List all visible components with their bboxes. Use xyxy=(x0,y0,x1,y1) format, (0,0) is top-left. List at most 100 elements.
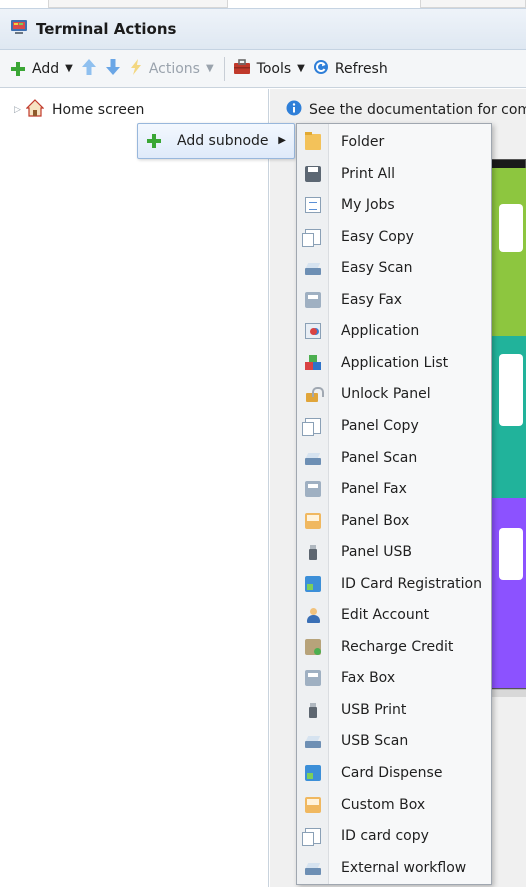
tree-node-home-screen[interactable]: ▷ Home screen xyxy=(14,99,145,120)
submenu-item-label: ID Card Registration xyxy=(341,575,482,592)
submenu-item-label: USB Scan xyxy=(341,733,409,750)
preview-card xyxy=(499,354,523,426)
id-card-icon xyxy=(305,575,321,592)
submenu-arrow-icon: ▶ xyxy=(278,135,286,146)
submenu-item-panel-fax[interactable]: Panel Fax xyxy=(297,475,493,503)
submenu-item-label: Application List xyxy=(341,354,449,371)
document-icon xyxy=(305,197,321,214)
usb-icon xyxy=(305,544,321,561)
scanner-icon xyxy=(305,450,321,466)
submenu-item-label: Card Dispense xyxy=(341,765,443,781)
unlock-icon xyxy=(305,386,324,403)
panel-title: Terminal Actions xyxy=(36,20,177,38)
submenu-item-usb-scan[interactable]: USB Scan xyxy=(297,727,493,755)
caret-down-icon: ▼ xyxy=(205,63,214,74)
box-icon xyxy=(305,796,321,813)
submenu-item-application[interactable]: Application xyxy=(297,317,493,345)
submenu-item-easy-fax[interactable]: Easy Fax xyxy=(297,286,493,314)
tools-label: Tools xyxy=(256,60,292,77)
copy-icon xyxy=(302,417,321,436)
application-icon xyxy=(305,323,321,340)
expand-arrow-icon[interactable]: ▷ xyxy=(14,105,26,115)
submenu-item-label: Panel Box xyxy=(341,512,410,529)
folder-icon xyxy=(305,132,321,150)
submenu-item-my-jobs[interactable]: My Jobs xyxy=(297,191,493,219)
submenu-item-panel-copy[interactable]: Panel Copy xyxy=(297,412,493,440)
scanner-icon xyxy=(305,260,321,276)
toolbar: Add ▼ Actions ▼ Tools ▼ Refresh xyxy=(0,50,526,88)
submenu-item-label: ID card copy xyxy=(341,828,429,845)
actions-button[interactable]: Actions ▼ xyxy=(129,56,214,82)
submenu-item-external-workflow[interactable]: External workflow xyxy=(297,854,493,882)
submenu-item-easy-scan[interactable]: Easy Scan xyxy=(297,254,493,282)
submenu-item-application-list[interactable]: Application List xyxy=(297,349,493,377)
printer-icon xyxy=(305,165,321,182)
submenu-item-id-card-copy[interactable]: ID card copy xyxy=(297,822,493,850)
refresh-icon xyxy=(313,59,329,79)
submenu-item-label: Recharge Credit xyxy=(341,638,454,655)
id-card-icon xyxy=(305,765,321,781)
plus-icon xyxy=(146,133,162,149)
add-label: Add xyxy=(32,60,60,77)
submenu-item-label: Application xyxy=(341,323,420,340)
submenu-item-folder[interactable]: Folder xyxy=(297,128,493,156)
info-icon xyxy=(286,100,302,120)
submenu-item-label: Edit Account xyxy=(341,607,430,624)
submenu-item-easy-copy[interactable]: Easy Copy xyxy=(297,223,493,251)
submenu-item-label: My Jobs xyxy=(341,197,395,214)
submenu-item-id-card-registration[interactable]: ID Card Registration xyxy=(297,570,493,598)
scanner-icon xyxy=(305,860,321,876)
lightning-icon xyxy=(129,58,143,80)
preview-card xyxy=(499,528,523,580)
fax-icon xyxy=(305,481,321,498)
submenu-item-card-dispense[interactable]: Card Dispense xyxy=(297,759,493,787)
refresh-button[interactable]: Refresh xyxy=(313,56,388,82)
submenu-item-fax-box[interactable]: Fax Box xyxy=(297,664,493,692)
arrow-up-icon xyxy=(81,58,97,80)
submenu-item-panel-box[interactable]: Panel Box xyxy=(297,507,493,535)
plus-icon xyxy=(10,61,26,77)
move-down-button[interactable] xyxy=(105,56,121,82)
submenu-item-panel-scan[interactable]: Panel Scan xyxy=(297,444,493,472)
toolbox-icon xyxy=(233,58,251,79)
submenu-item-usb-print[interactable]: USB Print xyxy=(297,696,493,724)
submenu-item-label: Folder xyxy=(341,134,385,150)
submenu-item-unlock-panel[interactable]: Unlock Panel xyxy=(297,380,493,408)
add-subnode-submenu: Folder Print All My Jobs Easy Copy Easy Scan… xyxy=(296,123,492,885)
background-tab[interactable] xyxy=(48,0,228,8)
submenu-item-label: Easy Scan xyxy=(341,260,413,277)
credit-icon xyxy=(305,638,321,655)
preview-card xyxy=(499,204,523,252)
tree-panel: ▷ Home screen xyxy=(0,89,269,887)
submenu-item-print-all[interactable]: Print All xyxy=(297,160,493,188)
fax-icon xyxy=(305,291,321,308)
arrow-down-icon xyxy=(105,58,121,80)
submenu-item-label: Panel Fax xyxy=(341,481,407,498)
caret-down-icon: ▼ xyxy=(297,63,305,74)
submenu-item-recharge-credit[interactable]: Recharge Credit xyxy=(297,633,493,661)
tools-button[interactable]: Tools ▼ xyxy=(233,56,305,82)
add-button[interactable]: Add ▼ xyxy=(10,56,73,82)
submenu-item-label: Panel USB xyxy=(341,544,412,561)
submenu-item-label: Panel Scan xyxy=(341,449,418,466)
tree-node-label: Home screen xyxy=(52,102,145,118)
top-strip xyxy=(0,0,526,8)
box-icon xyxy=(305,512,321,529)
actions-label: Actions xyxy=(148,60,200,77)
refresh-label: Refresh xyxy=(334,60,388,77)
submenu-item-panel-usb[interactable]: Panel USB xyxy=(297,538,493,566)
move-up-button[interactable] xyxy=(81,56,97,82)
submenu-item-edit-account[interactable]: Edit Account xyxy=(297,601,493,629)
account-icon xyxy=(305,607,321,624)
fax-icon xyxy=(305,670,321,687)
submenu-item-custom-box[interactable]: Custom Box xyxy=(297,791,493,819)
background-tab[interactable] xyxy=(420,0,526,8)
application-list-icon xyxy=(305,354,321,371)
submenu-item-label: Easy Fax xyxy=(341,291,403,308)
toolbar-separator xyxy=(223,56,225,81)
documentation-text: See the documentation for com xyxy=(309,102,526,118)
panel-titlebar: Terminal Actions xyxy=(0,8,526,50)
submenu-item-label: Custom Box xyxy=(341,796,426,813)
submenu-item-label: Fax Box xyxy=(341,670,396,687)
add-subnode-menu-item[interactable]: Add subnode ▶ xyxy=(137,123,295,159)
